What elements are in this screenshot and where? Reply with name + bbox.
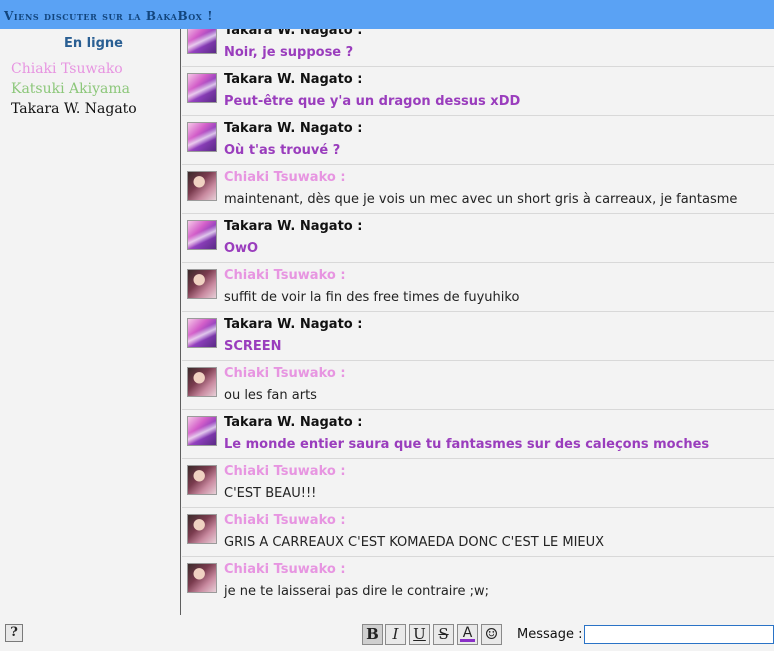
message-author: Takara W. Nagato : <box>224 121 363 136</box>
message-text: maintenant, dès que je vois un mec avec … <box>224 192 738 207</box>
italic-button[interactable]: I <box>385 624 406 645</box>
user-avatar <box>187 318 217 348</box>
message-list[interactable]: Takara W. Nagato : Noir, je suppose ? Ta… <box>182 29 774 615</box>
input-bar: ? B I U S A ☺ Message : <box>0 615 774 651</box>
user-avatar <box>187 563 217 593</box>
chat-message: Takara W. Nagato : Noir, je suppose ? <box>182 29 774 66</box>
message-text: je ne te laisserai pas dire le contraire… <box>224 584 489 599</box>
message-text: OwO <box>224 241 259 256</box>
message-author: Chiaki Tsuwako : <box>224 513 346 528</box>
user-avatar <box>187 220 217 250</box>
underline-button[interactable]: U <box>409 624 430 645</box>
online-user[interactable]: Katsuki Akiyama <box>11 79 137 99</box>
chat-message: Takara W. Nagato : Peut-être que y'a un … <box>182 66 774 115</box>
online-heading: En ligne <box>64 36 123 51</box>
message-author: Takara W. Nagato : <box>224 415 363 430</box>
text-color-button[interactable]: A <box>457 624 478 645</box>
message-author: Chiaki Tsuwako : <box>224 562 346 577</box>
chat-title: Viens discuter sur la BakaBox ! <box>4 9 214 23</box>
chat-message: Chiaki Tsuwako : je ne te laisserai pas … <box>182 556 774 605</box>
message-author: Takara W. Nagato : <box>224 219 363 234</box>
bold-button[interactable]: B <box>362 624 383 645</box>
chat-message: Chiaki Tsuwako : ou les fan arts <box>182 360 774 409</box>
user-avatar <box>187 171 217 201</box>
help-button[interactable]: ? <box>5 624 23 642</box>
online-user-list: Chiaki Tsuwako Katsuki Akiyama Takara W.… <box>11 59 137 119</box>
message-author: Takara W. Nagato : <box>224 29 363 38</box>
chat-message: Chiaki Tsuwako : GRIS A CARREAUX C'EST K… <box>182 507 774 556</box>
message-author: Chiaki Tsuwako : <box>224 366 346 381</box>
chat-message: Chiaki Tsuwako : C'EST BEAU!!! <box>182 458 774 507</box>
message-text: Le monde entier saura que tu fantasmes s… <box>224 437 710 452</box>
user-avatar <box>187 514 217 544</box>
strikethrough-button[interactable]: S <box>433 624 454 645</box>
message-author: Takara W. Nagato : <box>224 72 363 87</box>
message-text: SCREEN <box>224 339 282 354</box>
user-avatar <box>187 29 217 54</box>
user-avatar <box>187 269 217 299</box>
message-author: Chiaki Tsuwako : <box>224 170 346 185</box>
message-text: Peut-être que y'a un dragon dessus xDD <box>224 94 521 109</box>
message-text: Noir, je suppose ? <box>224 45 354 60</box>
message-text: GRIS A CARREAUX C'EST KOMAEDA DONC C'EST… <box>224 535 605 550</box>
title-bar: Viens discuter sur la BakaBox ! <box>0 0 774 29</box>
user-avatar <box>187 73 217 103</box>
user-avatar <box>187 465 217 495</box>
message-input[interactable] <box>584 625 774 644</box>
message-text: ou les fan arts <box>224 388 317 403</box>
user-avatar <box>187 416 217 446</box>
chat-message: Takara W. Nagato : Le monde entier saura… <box>182 409 774 458</box>
user-avatar <box>187 122 217 152</box>
message-author: Takara W. Nagato : <box>224 317 363 332</box>
chat-message: Takara W. Nagato : SCREEN <box>182 311 774 360</box>
chat-message: Takara W. Nagato : OwO <box>182 213 774 262</box>
message-text: C'EST BEAU!!! <box>224 486 317 501</box>
chat-message: Chiaki Tsuwako : suffit de voir la fin d… <box>182 262 774 311</box>
color-swatch <box>460 639 475 642</box>
message-author: Chiaki Tsuwako : <box>224 464 346 479</box>
message-author: Chiaki Tsuwako : <box>224 268 346 283</box>
online-user[interactable]: Takara W. Nagato <box>11 99 137 119</box>
message-text: suffit de voir la fin des free times de … <box>224 290 520 305</box>
message-text: Où t'as trouvé ? <box>224 143 341 158</box>
online-panel: En ligne Chiaki Tsuwako Katsuki Akiyama … <box>0 29 181 615</box>
online-user[interactable]: Chiaki Tsuwako <box>11 59 137 79</box>
chat-message: Takara W. Nagato : Où t'as trouvé ? <box>182 115 774 164</box>
message-label: Message : <box>517 627 583 642</box>
smiley-icon[interactable]: ☺ <box>481 624 502 645</box>
user-avatar <box>187 367 217 397</box>
chat-message: Chiaki Tsuwako : maintenant, dès que je … <box>182 164 774 213</box>
